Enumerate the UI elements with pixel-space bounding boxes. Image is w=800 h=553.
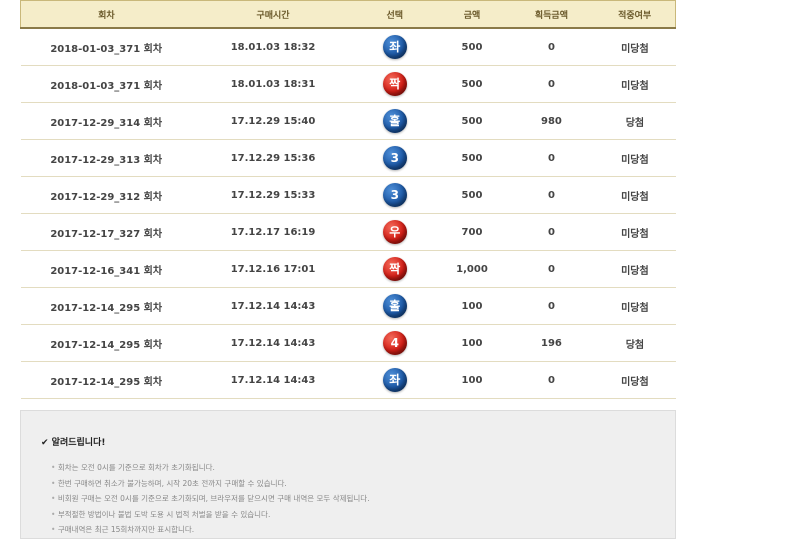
purchase-history: 회차 구매시간 선택 금액 획득금액 적중여부 2018-01-03_371 회… (19, 0, 677, 399)
pick-ball-icon: 좌 (382, 35, 407, 59)
pick-ball-icon: 3 (382, 183, 407, 207)
round-cell: 2018-01-03_371 회차 (20, 65, 192, 103)
pick-cell: 우 (354, 213, 436, 251)
table-row: 2018-01-03_371 회차 18.01.03 18:32 좌 500 0 미당첨 (20, 28, 676, 66)
amount-cell: 1,000 (435, 250, 509, 288)
amount-cell: 100 (435, 361, 509, 399)
amount-cell: 700 (435, 213, 509, 251)
pick-cell: 4 (354, 324, 436, 362)
win-amount-cell: 0 (508, 213, 595, 251)
win-amount-cell: 196 (508, 324, 595, 362)
pick-ball-icon: 홀 (382, 294, 407, 318)
win-amount-cell: 0 (508, 139, 595, 177)
pick-ball-icon: 좌 (382, 368, 407, 392)
notice-item: 비회원 구매는 오전 0시를 기준으로 초기화되며, 브라우저를 닫으시면 구매… (51, 491, 665, 507)
column-header-time: 구매시간 (191, 0, 355, 29)
pick-cell: 홀 (354, 102, 436, 140)
win-amount-cell: 0 (508, 361, 595, 399)
result-cell: 미당첨 (594, 65, 676, 103)
round-cell: 2017-12-16_341 회차 (20, 250, 192, 288)
result-cell: 미당첨 (594, 287, 676, 325)
notice-item: 회차는 오전 0시를 기준으로 회차가 초기화됩니다. (51, 460, 665, 476)
round-cell: 2017-12-29_313 회차 (20, 139, 192, 177)
amount-cell: 500 (435, 139, 509, 177)
win-amount-cell: 0 (508, 28, 595, 66)
time-cell: 17.12.29 15:33 (191, 176, 355, 214)
round-cell: 2017-12-29_314 회차 (20, 102, 192, 140)
result-cell: 당첨 (594, 102, 676, 140)
column-header-round: 회차 (19, 0, 192, 29)
notice-item: 부적절한 방법이나 불법 도박 도용 시 법적 처벌을 받을 수 있습니다. (51, 507, 665, 523)
table-header-row: 회차 구매시간 선택 금액 획득금액 적중여부 (19, 0, 677, 29)
time-cell: 17.12.29 15:36 (191, 139, 355, 177)
win-amount-cell: 0 (508, 287, 595, 325)
time-cell: 17.12.17 16:19 (191, 213, 355, 251)
column-header-pick: 선택 (354, 0, 436, 29)
pick-cell: 짝 (354, 65, 436, 103)
pick-ball-icon: 짝 (382, 72, 407, 96)
column-header-win-amount: 획득금액 (508, 0, 595, 29)
notice-item: 한번 구매하면 취소가 불가능하며, 시작 20초 전까지 구매할 수 있습니다… (51, 476, 665, 492)
amount-cell: 500 (435, 102, 509, 140)
win-amount-cell: 0 (508, 250, 595, 288)
time-cell: 18.01.03 18:32 (191, 28, 355, 66)
notice-box: ✔ 알려드립니다! 회차는 오전 0시를 기준으로 회차가 초기화됩니다. 한번… (20, 410, 676, 539)
result-cell: 당첨 (594, 324, 676, 362)
win-amount-cell: 0 (508, 65, 595, 103)
amount-cell: 100 (435, 324, 509, 362)
round-cell: 2017-12-14_295 회차 (20, 324, 192, 362)
result-cell: 미당첨 (594, 250, 676, 288)
table-row: 2017-12-14_295 회차 17.12.14 14:43 좌 100 0 미당첨 (20, 361, 676, 399)
column-header-result: 적중여부 (594, 0, 677, 29)
pick-ball-icon: 우 (382, 220, 407, 244)
round-cell: 2017-12-17_327 회차 (20, 213, 192, 251)
table-row: 2017-12-29_312 회차 17.12.29 15:33 3 500 0 미당첨 (20, 176, 676, 214)
table-row: 2017-12-29_314 회차 17.12.29 15:40 홀 500 980 당첨 (20, 102, 676, 140)
result-cell: 미당첨 (594, 176, 676, 214)
pick-ball-icon: 4 (382, 331, 407, 355)
table-row: 2018-01-03_371 회차 18.01.03 18:31 짝 500 0 미당첨 (20, 65, 676, 103)
table-row: 2017-12-17_327 회차 17.12.17 16:19 우 700 0 미당첨 (20, 213, 676, 251)
time-cell: 17.12.29 15:40 (191, 102, 355, 140)
result-cell: 미당첨 (594, 361, 676, 399)
win-amount-cell: 0 (508, 176, 595, 214)
win-amount-cell: 980 (508, 102, 595, 140)
result-cell: 미당첨 (594, 139, 676, 177)
pick-cell: 3 (354, 139, 436, 177)
table-row: 2017-12-29_313 회차 17.12.29 15:36 3 500 0 미당첨 (20, 139, 676, 177)
amount-cell: 500 (435, 176, 509, 214)
pick-ball-icon: 짝 (382, 257, 407, 281)
round-cell: 2018-01-03_371 회차 (20, 28, 192, 66)
notice-list: 회차는 오전 0시를 기준으로 회차가 초기화됩니다. 한번 구매하면 취소가 … (31, 460, 665, 538)
history-table: 회차 구매시간 선택 금액 획득금액 적중여부 2018-01-03_371 회… (19, 0, 677, 399)
notice-title: ✔ 알려드립니다! (41, 438, 106, 448)
amount-cell: 500 (435, 28, 509, 66)
pick-cell: 홀 (354, 287, 436, 325)
pick-cell: 3 (354, 176, 436, 214)
time-cell: 17.12.14 14:43 (191, 324, 355, 362)
pick-ball-icon: 홀 (382, 109, 407, 133)
table-row: 2017-12-14_295 회차 17.12.14 14:43 4 100 196 당첨 (20, 324, 676, 362)
table-row: 2017-12-14_295 회차 17.12.14 14:43 홀 100 0 미당첨 (20, 287, 676, 325)
pick-cell: 짝 (354, 250, 436, 288)
pick-ball-icon: 3 (382, 146, 407, 170)
result-cell: 미당첨 (594, 213, 676, 251)
amount-cell: 500 (435, 65, 509, 103)
time-cell: 17.12.16 17:01 (191, 250, 355, 288)
pick-cell: 좌 (354, 361, 436, 399)
pick-cell: 좌 (354, 28, 436, 66)
amount-cell: 100 (435, 287, 509, 325)
table-row: 2017-12-16_341 회차 17.12.16 17:01 짝 1,000 0 미당… (20, 250, 676, 288)
time-cell: 17.12.14 14:43 (191, 287, 355, 325)
result-cell: 미당첨 (594, 28, 676, 66)
column-header-amount: 금액 (435, 0, 509, 29)
notice-item: 구매내역은 최근 15회차까지만 표시합니다. (51, 522, 665, 538)
round-cell: 2017-12-29_312 회차 (20, 176, 192, 214)
round-cell: 2017-12-14_295 회차 (20, 287, 192, 325)
round-cell: 2017-12-14_295 회차 (20, 361, 192, 399)
time-cell: 18.01.03 18:31 (191, 65, 355, 103)
time-cell: 17.12.14 14:43 (191, 361, 355, 399)
